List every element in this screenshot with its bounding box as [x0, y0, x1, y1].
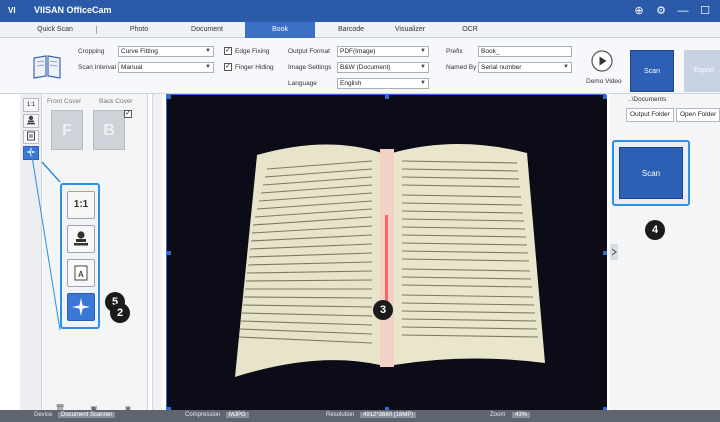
compression-label: Compression [185, 412, 221, 418]
ratio-1-1-button[interactable]: 1:1 [67, 191, 95, 219]
book-preview-image [167, 95, 607, 411]
svg-text:A: A [78, 270, 84, 279]
flash-star-icon [72, 298, 90, 316]
output-folder-button[interactable]: Output Folder [626, 108, 674, 122]
camera-preview [166, 94, 607, 411]
stamp-button[interactable] [67, 225, 95, 253]
thumbnail-scrollbar[interactable] [152, 94, 162, 410]
callout-badge-2: 2 [110, 303, 130, 323]
stamp-icon [74, 231, 88, 246]
compression-select[interactable]: MJPG [226, 412, 249, 418]
tool-callout-box: 1:1 A [60, 183, 100, 329]
resolution-select[interactable]: 4912*3680 (18MP) [360, 412, 417, 418]
scan-callout-box: Scan [612, 140, 690, 206]
zoom-value[interactable]: 43% [512, 412, 531, 418]
output-path: ..\Documents [628, 96, 667, 103]
flash-button[interactable] [67, 293, 95, 321]
callout-badge-4: 4 [645, 220, 665, 240]
zoom-label: Zoom [490, 412, 506, 418]
resolution-label: Resolution [326, 412, 355, 418]
device-select[interactable]: Document Scanner [58, 412, 116, 418]
document-button[interactable]: A [67, 259, 95, 287]
callout-badge-3: 3 [373, 300, 393, 320]
status-bar: Device Document Scanner Compression MJPG… [0, 410, 720, 422]
scan-button-enlarged[interactable]: Scan [619, 147, 683, 199]
collapse-arrow-icon[interactable] [610, 244, 618, 260]
device-label: Device [34, 412, 53, 418]
open-folder-button[interactable]: Open Folder [676, 108, 720, 122]
document-icon: A [74, 265, 88, 281]
